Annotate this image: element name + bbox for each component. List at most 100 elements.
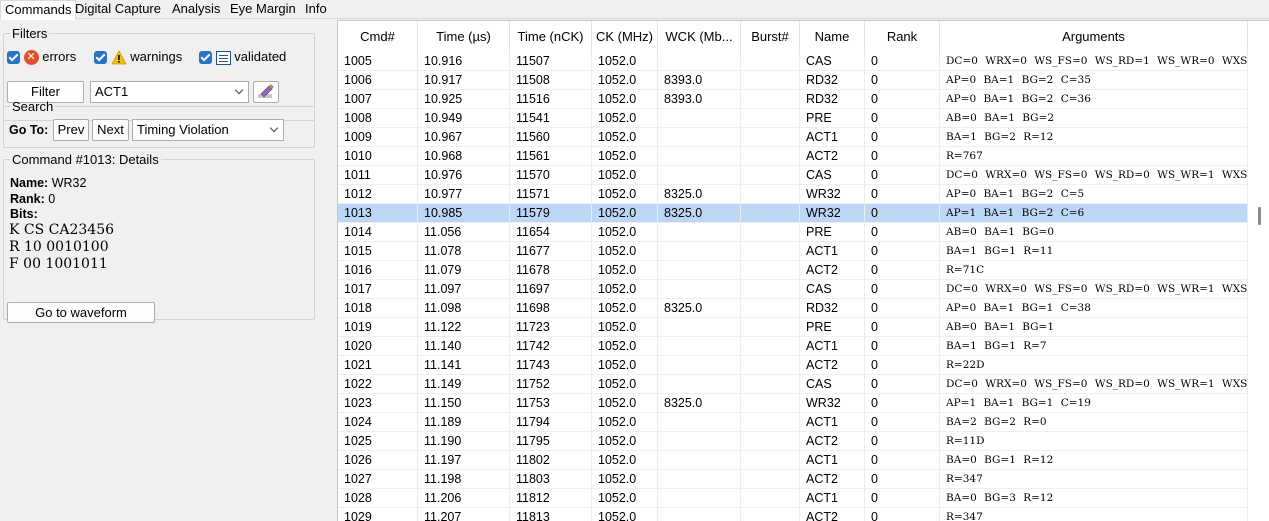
cell-name: ACT2 [800, 508, 865, 521]
table-row[interactable]: 1018 11.098 11698 1052.0 8325.0 RD32 0 AP=0 BA=… [338, 299, 1248, 318]
error-icon: ✕ [23, 50, 39, 66]
tab-analysis[interactable]: Analysis [168, 0, 224, 19]
table-row[interactable]: 1022 11.149 11752 1052.0 CAS 0 DC=0 WRX=0 WS_F… [338, 375, 1248, 394]
cell-wck [658, 508, 741, 521]
cell-burst [741, 432, 800, 451]
cell-time-us: 11.190 [418, 432, 510, 451]
cell-time-nck: 11723 [510, 318, 592, 337]
table-row[interactable]: 1010 10.968 11561 1052.0 ACT2 0 R=767 [338, 147, 1248, 166]
header-col-time-nck[interactable]: Time (nCK) [510, 21, 592, 52]
cell-burst [741, 299, 800, 318]
errors-checkbox[interactable] [7, 51, 20, 65]
header-col-wck[interactable]: WCK (Mb... [658, 21, 741, 52]
goto-target-select[interactable]: Timing Violation [132, 119, 284, 141]
cell-rank: 0 [865, 147, 940, 166]
cell-time-us: 11.097 [418, 280, 510, 299]
go-to-waveform-button[interactable]: Go to waveform [7, 302, 155, 323]
cell-time-nck: 11753 [510, 394, 592, 413]
cell-arguments: AP=0 BA=1 BG=2 C=35 [940, 71, 1248, 90]
cell-rank: 0 [865, 432, 940, 451]
cell-name: ACT1 [800, 489, 865, 508]
cell-time-nck: 11571 [510, 185, 592, 204]
table-row[interactable]: 1020 11.140 11742 1052.0 ACT1 0 BA=1 BG=1 R=7 [338, 337, 1248, 356]
cell-burst [741, 375, 800, 394]
cell-cmd: 1014 [338, 223, 418, 242]
table-row[interactable]: 1016 11.079 11678 1052.0 ACT2 0 R=71C [338, 261, 1248, 280]
cell-burst [741, 223, 800, 242]
table-row[interactable]: 1021 11.141 11743 1052.0 ACT2 0 R=22D [338, 356, 1248, 375]
cell-arguments: BA=1 BG=1 R=11 [940, 242, 1248, 261]
tab-info[interactable]: Info [301, 0, 331, 19]
cell-burst [741, 52, 800, 71]
table-row[interactable]: 1024 11.189 11794 1052.0 ACT1 0 BA=2 BG=2 R=0 [338, 413, 1248, 432]
header-col-rank[interactable]: Rank [865, 21, 940, 52]
scrollbar-thumb[interactable] [1258, 207, 1261, 225]
filters-legend: Filters [12, 26, 48, 41]
table-row[interactable]: 1007 10.925 11516 1052.0 8393.0 RD32 0 AP=0 BA=… [338, 90, 1248, 109]
cell-time-us: 11.141 [418, 356, 510, 375]
vertical-scrollbar[interactable] [1251, 52, 1269, 521]
cell-ck-mhz: 1052.0 [592, 394, 658, 413]
search-legend: Search [12, 99, 54, 114]
table-row[interactable]: 1006 10.917 11508 1052.0 8393.0 RD32 0 AP=0 BA=… [338, 71, 1248, 90]
table-row[interactable]: 1019 11.122 11723 1052.0 PRE 0 AB=0 BA=1 BG=1 [338, 318, 1248, 337]
table-row[interactable]: 1013 10.985 11579 1052.0 8325.0 WR32 0 AP=1 BA=… [338, 204, 1248, 223]
header-col-cmd[interactable]: Cmd# [338, 21, 418, 52]
table-row[interactable]: 1005 10.916 11507 1052.0 CAS 0 DC=0 WRX=0 WS_F… [338, 52, 1248, 71]
cell-wck [658, 280, 741, 299]
table-row[interactable]: 1028 11.206 11812 1052.0 ACT1 0 BA=0 BG=3 R=12 [338, 489, 1248, 508]
tab-eye-margin[interactable]: Eye Margin [226, 0, 300, 19]
table-row[interactable]: 1015 11.078 11677 1052.0 ACT1 0 BA=1 BG=1 R=11 [338, 242, 1248, 261]
cell-burst [741, 489, 800, 508]
cell-time-nck: 11812 [510, 489, 592, 508]
next-button[interactable]: Next [92, 119, 129, 141]
cell-name: CAS [800, 375, 865, 394]
cell-rank: 0 [865, 337, 940, 356]
header-col-arguments[interactable]: Arguments [940, 21, 1248, 52]
table-row[interactable]: 1008 10.949 11541 1052.0 PRE 0 AB=0 BA=1 BG=2 [338, 109, 1248, 128]
table-row[interactable]: 1014 11.056 11654 1052.0 PRE 0 AB=0 BA=1 BG=0 [338, 223, 1248, 242]
cell-arguments: AP=0 BA=1 BG=2 C=36 [940, 90, 1248, 109]
table-row[interactable]: 1025 11.190 11795 1052.0 ACT2 0 R=11D [338, 432, 1248, 451]
table-row[interactable]: 1011 10.976 11570 1052.0 CAS 0 DC=0 WRX=0 WS_F… [338, 166, 1248, 185]
validated-filter[interactable]: validated [199, 49, 286, 67]
table-row[interactable]: 1027 11.198 11803 1052.0 ACT2 0 R=347 [338, 470, 1248, 489]
cell-rank: 0 [865, 508, 940, 521]
cell-rank: 0 [865, 318, 940, 337]
validated-checkbox[interactable] [199, 51, 212, 65]
cell-rank: 0 [865, 261, 940, 280]
cell-cmd: 1008 [338, 109, 418, 128]
warnings-checkbox[interactable] [94, 51, 107, 65]
cell-name: ACT1 [800, 128, 865, 147]
prev-button[interactable]: Prev [53, 119, 89, 141]
table-row[interactable]: 1009 10.967 11560 1052.0 ACT1 0 BA=1 BG=2 R=12 [338, 128, 1248, 147]
cell-time-us: 11.206 [418, 489, 510, 508]
cell-name: RD32 [800, 71, 865, 90]
cell-name: ACT1 [800, 337, 865, 356]
details-legend: Command #1013: Details [12, 152, 159, 167]
tab-commands[interactable]: Commands [0, 0, 77, 20]
header-col-ck-mhz[interactable]: CK (MHz) [592, 21, 658, 52]
table-row[interactable]: 1017 11.097 11697 1052.0 CAS 0 DC=0 WRX=0 WS_F… [338, 280, 1248, 299]
warnings-filter[interactable]: warnings [94, 49, 182, 67]
cell-wck: 8325.0 [658, 185, 741, 204]
cell-time-us: 10.917 [418, 71, 510, 90]
cell-ck-mhz: 1052.0 [592, 147, 658, 166]
cell-time-nck: 11742 [510, 337, 592, 356]
cell-arguments: DC=0 WRX=0 WS_FS=0 WS_RD=0 WS_WR=1 WXSA=… [940, 280, 1248, 299]
header-col-burst[interactable]: Burst# [741, 21, 800, 52]
table-row[interactable]: 1012 10.977 11571 1052.0 8325.0 WR32 0 AP=0 BA=… [338, 185, 1248, 204]
table-row[interactable]: 1023 11.150 11753 1052.0 8325.0 WR32 0 AP=1 BA=… [338, 394, 1248, 413]
cell-cmd: 1027 [338, 470, 418, 489]
cell-arguments: AP=0 BA=1 BG=2 C=5 [940, 185, 1248, 204]
cell-wck [658, 432, 741, 451]
table-row[interactable]: 1029 11.207 11813 1052.0 ACT2 0 R=347 [338, 508, 1248, 521]
cell-cmd: 1025 [338, 432, 418, 451]
header-col-name[interactable]: Name [800, 21, 865, 52]
tab-digital-capture[interactable]: Digital Capture [71, 0, 165, 19]
cell-time-us: 10.977 [418, 185, 510, 204]
errors-filter[interactable]: ✕ errors [7, 49, 76, 67]
table-row[interactable]: 1026 11.197 11802 1052.0 ACT1 0 BA=0 BG=1 R=12 [338, 451, 1248, 470]
cell-burst [741, 451, 800, 470]
header-col-time-us[interactable]: Time (µs) [418, 21, 510, 52]
